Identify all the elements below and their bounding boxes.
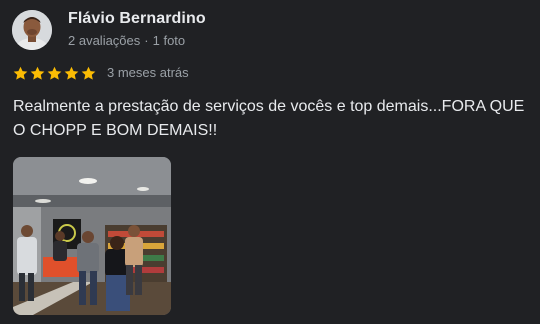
star-icon: [81, 66, 96, 80]
author-meta: 2 avaliações · 1 foto: [68, 33, 185, 48]
review-card: Flávio Bernardino 2 avaliações · 1 foto 3 …: [0, 0, 540, 324]
meta-separator: ·: [144, 33, 149, 48]
photo-count: 1 foto: [152, 33, 186, 48]
avatar[interactable]: [12, 10, 52, 50]
review-text: Realmente a prestação de serviços de voc…: [13, 98, 525, 139]
star-icon: [64, 66, 79, 80]
review-photo[interactable]: [13, 157, 171, 315]
star-icon: [13, 66, 28, 80]
star-icon: [30, 66, 45, 80]
author-name[interactable]: Flávio Bernardino: [68, 10, 206, 28]
photo-image: [13, 157, 171, 315]
star-rating: [12, 64, 97, 82]
review-count: 2 avaliações: [68, 33, 141, 48]
star-icon: [47, 66, 62, 80]
avatar-image: [12, 10, 52, 50]
review-date: 3 meses atrás: [107, 65, 189, 80]
